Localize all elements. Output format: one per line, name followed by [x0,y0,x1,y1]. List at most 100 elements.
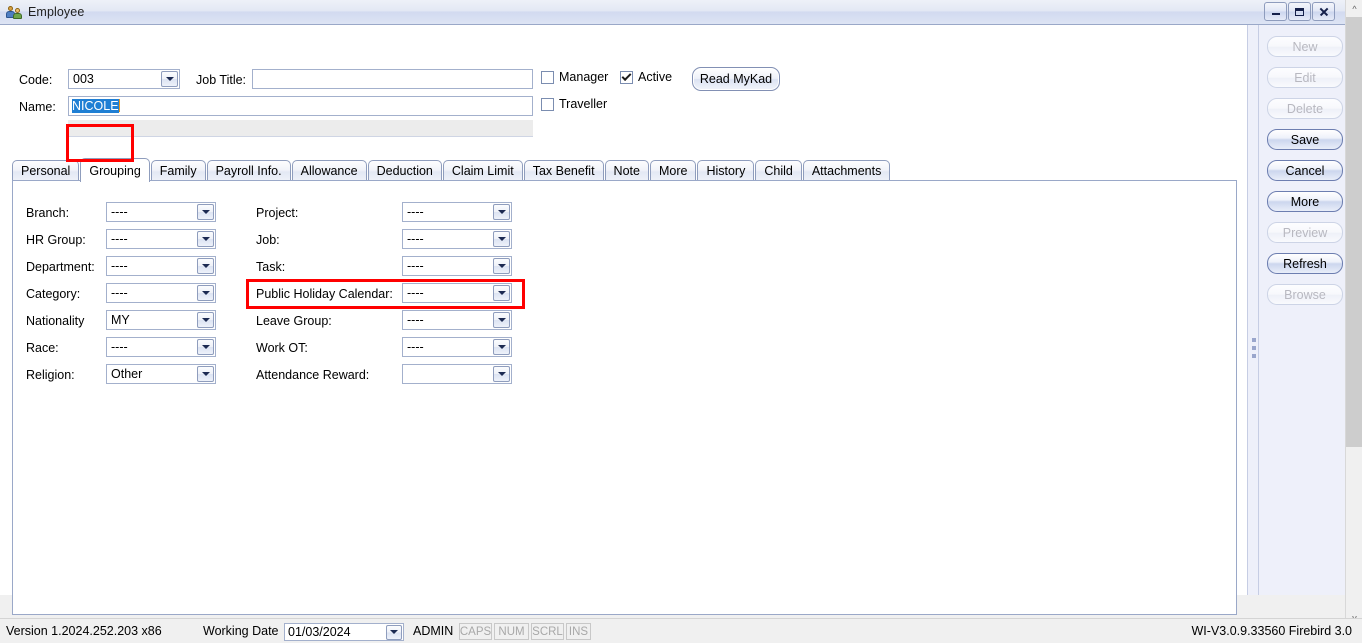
job-dropdown-button[interactable] [493,231,510,247]
new-button[interactable]: New [1267,36,1343,57]
working-date-dropdown-button[interactable] [386,625,402,640]
tab-claim-limit[interactable]: Claim Limit [443,160,523,181]
tab-history[interactable]: History [697,160,754,181]
job-combo[interactable]: ---- [402,229,512,249]
minimize-button[interactable] [1264,2,1287,21]
category-combo[interactable]: ---- [106,283,216,303]
scroll-up-button[interactable]: ^ [1346,0,1362,17]
tab-note[interactable]: Note [605,160,649,181]
chevron-down-icon [202,318,210,322]
attendance-reward-dropdown-button[interactable] [493,366,510,382]
branch-dropdown-button[interactable] [197,204,214,220]
traveller-checkbox-row[interactable]: Traveller [541,97,607,111]
more-button[interactable]: More [1267,191,1343,212]
tab-attachments[interactable]: Attachments [803,160,890,181]
race-value: ---- [107,340,197,354]
scrl-indicator: SCRL [531,623,564,640]
chevron-down-icon [202,291,210,295]
race-combo[interactable]: ---- [106,337,216,357]
leave-group-dropdown-button[interactable] [493,312,510,328]
text-caret [119,99,120,112]
department-dropdown-button[interactable] [197,258,214,274]
delete-button[interactable]: Delete [1267,98,1343,119]
client-area: Code: 003 Job Title: Name: NICOLE Manage… [0,25,1345,595]
attendance-reward-combo[interactable] [402,364,512,384]
traveller-checkbox[interactable] [541,98,554,111]
nationality-dropdown-button[interactable] [197,312,214,328]
branch-label: Branch: [26,206,69,220]
religion-dropdown-button[interactable] [197,366,214,382]
maximize-button[interactable] [1288,2,1311,21]
preview-button[interactable]: Preview [1267,222,1343,243]
work-ot-combo[interactable]: ---- [402,337,512,357]
public-holiday-calendar-combo[interactable]: ---- [402,283,512,303]
nationality-combo[interactable]: MY [106,310,216,330]
active-checkbox[interactable] [620,71,633,84]
task-dropdown-button[interactable] [493,258,510,274]
check-icon [622,71,632,81]
work-ot-value: ---- [403,340,493,354]
manager-checkbox-row[interactable]: Manager [541,70,608,84]
num-indicator: NUM [494,623,529,640]
read-mykad-button[interactable]: Read MyKad [692,67,780,91]
hr-group-dropdown-button[interactable] [197,231,214,247]
maximize-icon [1295,8,1304,16]
chevron-down-icon [498,210,506,214]
panel-splitter[interactable] [1247,25,1259,595]
project-dropdown-button[interactable] [493,204,510,220]
department-combo[interactable]: ---- [106,256,216,276]
race-label: Race: [26,341,59,355]
chevron-down-icon [498,345,506,349]
leave-group-combo[interactable]: ---- [402,310,512,330]
working-date-field[interactable]: 01/03/2024 [284,623,404,641]
tab-child[interactable]: Child [755,160,802,181]
tab-more[interactable]: More [650,160,696,181]
religion-combo[interactable]: Other [106,364,216,384]
close-icon [1319,7,1328,16]
close-button[interactable] [1312,2,1335,21]
category-dropdown-button[interactable] [197,285,214,301]
action-button-panel: New Edit Delete Save Cancel More Preview… [1259,25,1345,595]
tab-payroll-info[interactable]: Payroll Info. [207,160,291,181]
job-title-input[interactable] [252,69,533,89]
refresh-button[interactable]: Refresh [1267,253,1343,274]
branch-combo[interactable]: ---- [106,202,216,222]
chevron-down-icon [498,237,506,241]
project-label: Project: [256,206,298,220]
public-holiday-calendar-dropdown-button[interactable] [493,285,510,301]
tab-allowance[interactable]: Allowance [292,160,367,181]
name-input[interactable]: NICOLE [68,96,533,116]
vertical-scrollbar[interactable]: ^ v [1345,0,1362,643]
nationality-label: Nationality [26,314,84,328]
employee-window: Employee ^ v Code: 003 Job Title: Name: … [0,0,1362,643]
name-value: NICOLE [72,99,119,113]
save-button[interactable]: Save [1267,129,1343,150]
hr-group-combo[interactable]: ---- [106,229,216,249]
job-title-label: Job Title: [196,73,246,87]
tab-deduction[interactable]: Deduction [368,160,442,181]
edit-button[interactable]: Edit [1267,67,1343,88]
job-label: Job: [256,233,280,247]
status-bar: Version 1.2024.252.203 x86 Working Date … [0,618,1362,643]
working-date-label: Working Date [203,624,279,638]
tab-personal[interactable]: Personal [12,160,79,181]
nationality-value: MY [107,313,197,327]
public-holiday-calendar-label: Public Holiday Calendar: [256,287,393,301]
browse-button[interactable]: Browse [1267,284,1343,305]
minimize-icon [1272,13,1280,15]
server-version-text: WI-V3.0.9.33560 Firebird 3.0 [1192,624,1353,638]
manager-checkbox[interactable] [541,71,554,84]
task-combo[interactable]: ---- [402,256,512,276]
active-checkbox-row[interactable]: Active [620,70,672,84]
cancel-button[interactable]: Cancel [1267,160,1343,181]
tab-tax-benefit[interactable]: Tax Benefit [524,160,604,181]
tab-grouping[interactable]: Grouping [80,158,149,182]
code-combo[interactable]: 003 [68,69,180,89]
work-ot-dropdown-button[interactable] [493,339,510,355]
tab-family[interactable]: Family [151,160,206,181]
race-dropdown-button[interactable] [197,339,214,355]
project-combo[interactable]: ---- [402,202,512,222]
ins-indicator: INS [566,623,591,640]
vertical-scroll-thumb[interactable] [1346,17,1362,447]
code-dropdown-button[interactable] [161,71,178,87]
